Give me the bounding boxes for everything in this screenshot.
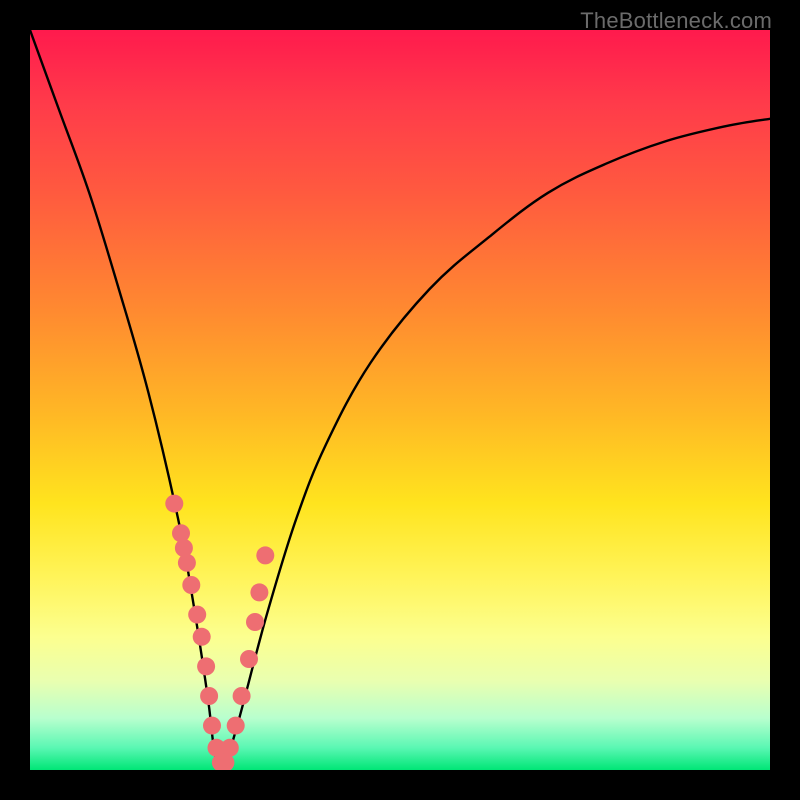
marker-dot xyxy=(233,687,251,705)
marker-dot xyxy=(250,583,268,601)
highlighted-points xyxy=(165,495,274,770)
curve-svg xyxy=(30,30,770,770)
marker-dot xyxy=(227,717,245,735)
marker-dot xyxy=(165,495,183,513)
bottleneck-curve xyxy=(30,30,770,770)
chart-frame: TheBottleneck.com xyxy=(0,0,800,800)
marker-dot xyxy=(197,657,215,675)
marker-dot xyxy=(175,539,193,557)
marker-dot xyxy=(256,546,274,564)
marker-dot xyxy=(203,717,221,735)
marker-dot xyxy=(246,613,264,631)
marker-dot xyxy=(188,606,206,624)
marker-dot xyxy=(182,576,200,594)
marker-dot xyxy=(193,628,211,646)
marker-dot xyxy=(178,554,196,572)
marker-dot xyxy=(221,739,239,757)
plot-area xyxy=(30,30,770,770)
marker-dot xyxy=(240,650,258,668)
marker-dot xyxy=(200,687,218,705)
